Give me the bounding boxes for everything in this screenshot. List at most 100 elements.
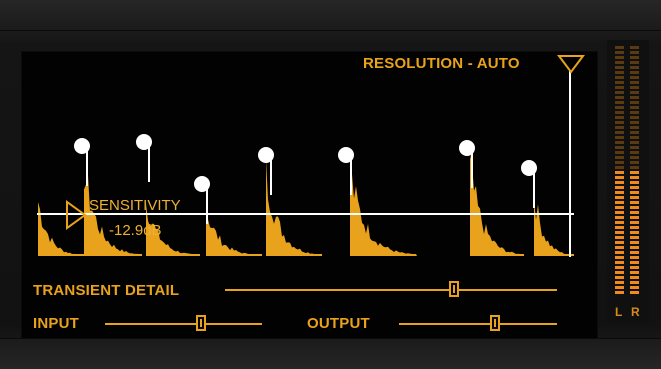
meter-segment bbox=[615, 241, 624, 244]
transient-detail-label: TRANSIENT DETAIL bbox=[33, 282, 180, 299]
meter-segment bbox=[630, 281, 639, 284]
meter-segment bbox=[630, 146, 639, 149]
meter-segment bbox=[630, 71, 639, 74]
meter-segment bbox=[630, 266, 639, 269]
meter-segment bbox=[630, 51, 639, 54]
meter-segment bbox=[630, 251, 639, 254]
sensitivity-handle-icon[interactable] bbox=[65, 200, 87, 230]
meter-segment bbox=[615, 196, 624, 199]
transient-marker-5[interactable] bbox=[338, 147, 354, 163]
top-bar bbox=[0, 0, 661, 31]
input-label: INPUT bbox=[33, 315, 79, 332]
output-track[interactable] bbox=[399, 323, 557, 325]
meter-segment bbox=[615, 226, 624, 229]
meter-segment bbox=[615, 91, 624, 94]
meter-segment bbox=[630, 256, 639, 259]
transient-marker-2[interactable] bbox=[136, 134, 152, 150]
transient-marker-4[interactable] bbox=[258, 147, 274, 163]
meter-segment bbox=[615, 101, 624, 104]
meter-right-label: R bbox=[631, 305, 640, 319]
transient-marker-6[interactable] bbox=[459, 140, 475, 156]
meter-segment bbox=[630, 221, 639, 224]
transient-marker-3[interactable] bbox=[194, 176, 210, 192]
meter-segment bbox=[615, 246, 624, 249]
meter-segment bbox=[630, 201, 639, 204]
input-thumb[interactable] bbox=[195, 315, 206, 331]
transient-detail-track[interactable] bbox=[225, 289, 557, 291]
resolution-label: RESOLUTION - AUTO bbox=[363, 55, 520, 72]
meter-left-label: L bbox=[615, 305, 623, 319]
meter-segment bbox=[630, 206, 639, 209]
transient-detail-thumb[interactable] bbox=[449, 281, 460, 297]
meter-segment bbox=[630, 236, 639, 239]
meter-segment bbox=[630, 96, 639, 99]
input-track[interactable] bbox=[105, 323, 262, 325]
meter-segment bbox=[630, 61, 639, 64]
meter-segment bbox=[630, 161, 639, 164]
meter-segment bbox=[630, 156, 639, 159]
meter-segment bbox=[630, 81, 639, 84]
meter-segment bbox=[615, 116, 624, 119]
meter-segment bbox=[630, 66, 639, 69]
meter-segment bbox=[630, 116, 639, 119]
meter-segment bbox=[615, 236, 624, 239]
meter-segment bbox=[615, 256, 624, 259]
transient-marker-7[interactable] bbox=[521, 160, 537, 176]
meter-segment bbox=[630, 131, 639, 134]
meter-segment bbox=[615, 111, 624, 114]
meter-segment bbox=[615, 56, 624, 59]
meter-segment bbox=[630, 151, 639, 154]
meter-segment bbox=[615, 221, 624, 224]
meter-segment bbox=[630, 171, 639, 174]
meter-segment bbox=[615, 46, 624, 49]
meter-segment bbox=[615, 166, 624, 169]
meter-segment bbox=[630, 176, 639, 179]
bottom-bar bbox=[0, 338, 661, 369]
meter-segment bbox=[630, 76, 639, 79]
meter-segment bbox=[615, 261, 624, 264]
meter-segment bbox=[615, 121, 624, 124]
plugin-frame: RESOLUTION - AUTO SENSITIVITY -12.9dB TR… bbox=[0, 0, 661, 369]
meter-segment bbox=[630, 121, 639, 124]
meter-segment bbox=[630, 216, 639, 219]
meter-segment bbox=[615, 126, 624, 129]
transient-burst-6 bbox=[350, 174, 417, 256]
meter-segment bbox=[615, 131, 624, 134]
sensitivity-value: -12.9dB bbox=[109, 222, 162, 239]
resolution-handle-icon[interactable] bbox=[557, 54, 585, 76]
meter-segment bbox=[630, 241, 639, 244]
meter-segment bbox=[615, 86, 624, 89]
meter-segment bbox=[615, 176, 624, 179]
meter-left-channel bbox=[615, 46, 624, 296]
output-label: OUTPUT bbox=[307, 315, 370, 332]
meter-segment bbox=[615, 51, 624, 54]
meter-segment bbox=[615, 281, 624, 284]
meter-segment bbox=[615, 161, 624, 164]
meter-segment bbox=[615, 106, 624, 109]
meter-segment bbox=[630, 191, 639, 194]
sensitivity-label: SENSITIVITY bbox=[89, 197, 181, 214]
meter-segment bbox=[615, 146, 624, 149]
meter-segment bbox=[630, 46, 639, 49]
meter-segment bbox=[630, 86, 639, 89]
meter-segment bbox=[630, 261, 639, 264]
meter-segment bbox=[630, 126, 639, 129]
meter-segment bbox=[630, 181, 639, 184]
meter-segment bbox=[630, 106, 639, 109]
output-thumb[interactable] bbox=[490, 315, 501, 331]
transient-burst-8 bbox=[534, 200, 574, 256]
meter-segment bbox=[630, 231, 639, 234]
transient-burst-4 bbox=[206, 214, 262, 256]
meter-segment bbox=[615, 151, 624, 154]
meter-segment bbox=[615, 201, 624, 204]
meter-segment bbox=[615, 231, 624, 234]
meter-segment bbox=[615, 61, 624, 64]
transient-marker-1[interactable] bbox=[74, 138, 90, 154]
meter-segment bbox=[630, 166, 639, 169]
meter-segment bbox=[615, 206, 624, 209]
meter-right-channel bbox=[630, 46, 639, 296]
meter-segment bbox=[630, 211, 639, 214]
meter-segment bbox=[615, 291, 624, 294]
meter-segment bbox=[630, 271, 639, 274]
transient-burst-2 bbox=[84, 175, 142, 256]
